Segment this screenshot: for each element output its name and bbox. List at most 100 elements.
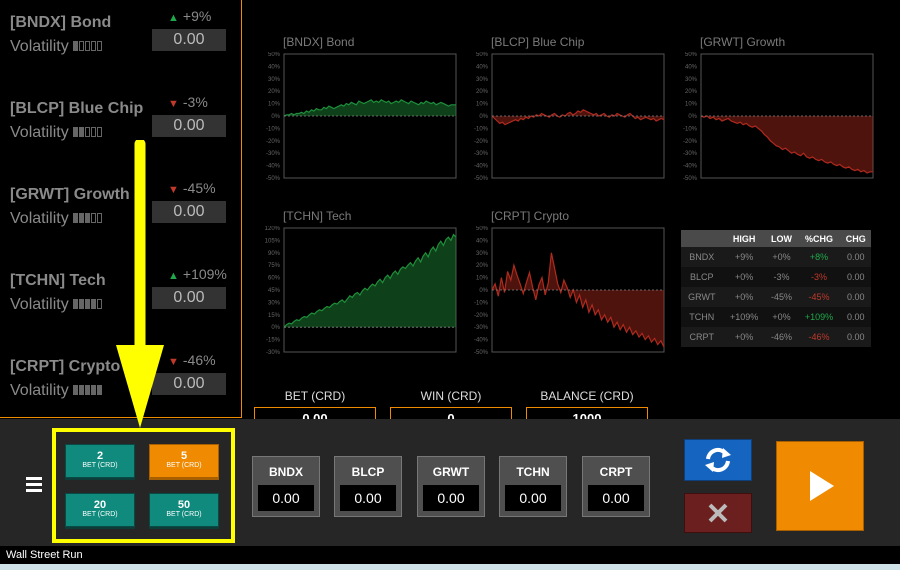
play-button[interactable]	[776, 441, 864, 531]
stats-high: +0%	[722, 287, 766, 307]
position-label: BLCP	[351, 465, 385, 479]
tick-label: 30%	[476, 251, 489, 257]
stats-ticker: TCHN	[681, 307, 723, 327]
status-bar: Wall Street Run	[0, 546, 900, 564]
tick-label: 10%	[268, 102, 281, 108]
stats-header	[681, 230, 723, 247]
position-button-tchn[interactable]: TCHN 0.00	[499, 456, 567, 517]
chart-grwt: 50% 40% 30% 20% 10% 0% -10% -20% -30% -40% -50%	[683, 52, 874, 182]
tick-label: -30%	[266, 350, 281, 356]
stats-high: +0%	[722, 327, 766, 347]
stats-pct: -46%	[797, 327, 841, 347]
bet-label: BET (CRD)	[284, 389, 346, 403]
tick-label: 0%	[271, 325, 280, 331]
tick-label: 120%	[265, 226, 281, 232]
tick-label: 60%	[268, 276, 281, 282]
asset-change-value: -46%	[182, 352, 216, 368]
tick-label: 40%	[268, 64, 281, 70]
position-value: 0.00	[588, 485, 644, 511]
asset-row-bndx[interactable]: [BNDX] Bond Volatility ▲ +9% 0.00	[0, 0, 242, 86]
volatility-meter	[72, 38, 103, 56]
tick-label: 50%	[476, 226, 489, 232]
hamburger-menu-icon[interactable]	[26, 477, 42, 493]
position-label: CRPT	[599, 465, 633, 479]
stats-low: -3%	[765, 267, 798, 287]
stats-high: +109%	[722, 307, 766, 327]
balance-label: BALANCE (CRD)	[540, 389, 634, 403]
stats-chg: 0.00	[840, 247, 871, 267]
position-label: BNDX	[268, 465, 303, 479]
chart-title-bndx: [BNDX] Bond	[283, 35, 355, 49]
tick-label: 20%	[476, 263, 489, 269]
chart-bndx: 50% 40% 30% 20% 10% 0% -10% -20% -30% -40% -50%	[266, 52, 457, 182]
volatility-label: Volatility	[10, 210, 69, 228]
tick-label: -10%	[266, 126, 281, 132]
tick-label: -20%	[683, 139, 698, 145]
tick-label: 20%	[476, 89, 489, 95]
stats-ticker: BLCP	[681, 267, 723, 287]
stats-low: +0%	[765, 307, 798, 327]
stats-pct: +109%	[797, 307, 841, 327]
position-label: GRWT	[432, 465, 470, 479]
tick-label: -20%	[474, 139, 489, 145]
stats-chg: 0.00	[840, 327, 871, 347]
tick-label: -15%	[266, 338, 281, 344]
chart-title-crpt: [CRPT] Crypto	[491, 209, 570, 223]
stats-header: %CHG	[797, 230, 841, 247]
position-button-grwt[interactable]: GRWT 0.00	[417, 456, 485, 517]
asset-change: ▲ +9%	[168, 8, 211, 24]
asset-volatility: Volatility	[10, 38, 103, 56]
volatility-label: Volatility	[10, 382, 69, 400]
stats-high: +0%	[722, 267, 766, 287]
chart-area	[284, 99, 456, 116]
chart-area	[701, 116, 873, 173]
tick-label: -30%	[474, 151, 489, 157]
tick-label: -40%	[683, 164, 698, 170]
asset-volatility: Volatility	[10, 210, 103, 228]
stats-chg: 0.00	[840, 307, 871, 327]
asset-change-value: -3%	[182, 94, 208, 110]
refresh-button[interactable]	[684, 439, 752, 481]
volatility-meter	[72, 124, 103, 142]
position-value: 0.00	[258, 485, 314, 511]
volatility-meter	[72, 210, 103, 228]
cancel-button[interactable]	[684, 493, 752, 533]
stats-chg: 0.00	[840, 267, 871, 287]
asset-amount-field[interactable]: 0.00	[152, 29, 226, 51]
stats-row: CRPT +0% -46% -46% 0.00	[681, 327, 871, 347]
tick-label: -10%	[683, 126, 698, 132]
chart-area	[284, 234, 456, 328]
tick-label: 50%	[268, 52, 281, 58]
asset-amount-field[interactable]: 0.00	[152, 115, 226, 137]
asset-volatility: Volatility	[10, 124, 103, 142]
position-label: TCHN	[516, 465, 550, 479]
position-button-crpt[interactable]: CRPT 0.00	[582, 456, 650, 517]
tick-label: -50%	[266, 176, 281, 182]
triangle-down-icon: ▼	[168, 98, 179, 110]
tick-label: -50%	[474, 350, 489, 356]
tick-label: 45%	[268, 288, 281, 294]
tick-label: 90%	[268, 251, 281, 257]
tick-label: -30%	[683, 151, 698, 157]
position-button-bndx[interactable]: BNDX 0.00	[252, 456, 320, 517]
position-value: 0.00	[423, 485, 479, 511]
asset-name: [TCHN] Tech	[10, 272, 106, 289]
tick-label: 0%	[479, 288, 488, 294]
tick-label: -20%	[266, 139, 281, 145]
position-value: 0.00	[340, 485, 396, 511]
tick-label: -50%	[474, 176, 489, 182]
asset-change: ▼ -3%	[168, 94, 208, 110]
volatility-label: Volatility	[10, 296, 69, 314]
asset-name: [CRPT] Crypto	[10, 358, 121, 375]
tick-label: -40%	[474, 164, 489, 170]
chart-crpt: 50% 40% 30% 20% 10% 0% -10% -20% -30% -40% -50%	[474, 226, 665, 356]
tick-label: -10%	[474, 300, 489, 306]
tick-label: 15%	[268, 313, 281, 319]
asset-name: [BLCP] Blue Chip	[10, 100, 144, 117]
position-button-blcp[interactable]: BLCP 0.00	[334, 456, 402, 517]
stats-low: +0%	[765, 247, 798, 267]
close-icon	[708, 503, 728, 523]
tick-label: -30%	[266, 151, 281, 157]
stats-ticker: GRWT	[681, 287, 723, 307]
annotation-arrow-icon	[116, 140, 164, 428]
